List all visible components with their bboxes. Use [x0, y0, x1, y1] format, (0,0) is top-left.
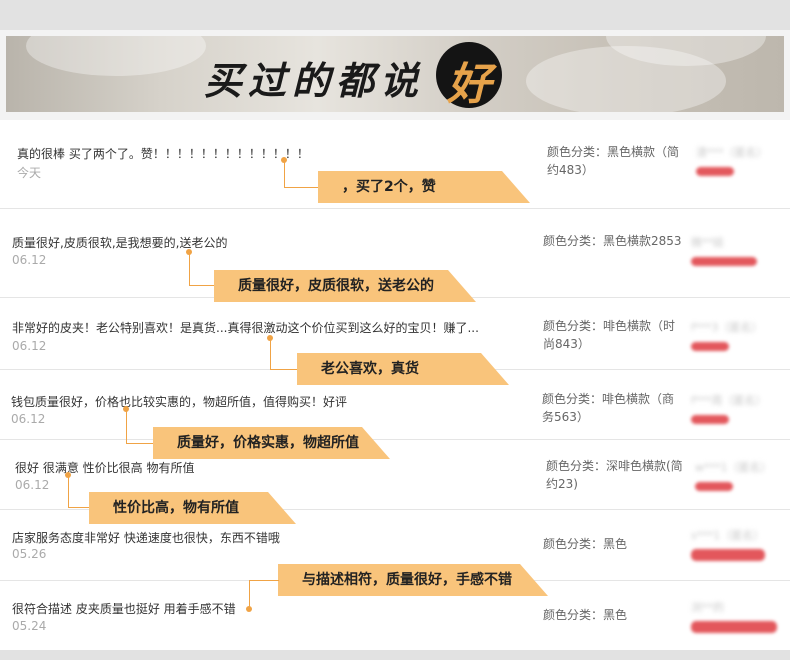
callout-dot [246, 606, 252, 612]
review-comment: 很符合描述 皮夹质量也挺好 用着手感不错 [12, 602, 236, 616]
review-date: 06.12 [11, 412, 46, 426]
review-sku: 颜色分类：啡色横款（商务563） [542, 392, 675, 424]
banner: 买过的都说 好 [6, 36, 784, 112]
callout-line [68, 507, 90, 508]
review-highlight: 与描述相符，质量很好，手感不错 [278, 564, 548, 596]
reviewer-rating [691, 621, 777, 633]
reviewer-rating [691, 549, 765, 561]
callout-line [249, 580, 279, 581]
review-highlight: ，买了2个，赞 [318, 171, 530, 203]
banner-badge-text: 好 [447, 59, 491, 110]
callout-line [68, 475, 69, 507]
banner-badge: 好 [436, 42, 502, 110]
reviewer-rating [695, 482, 733, 491]
callout-line [249, 580, 250, 608]
review-comment: 真的很棒 买了两个了。赞！！！！！！！！！！！！！ [17, 147, 309, 161]
reviewer-rating [691, 415, 729, 424]
review-date: 06.12 [12, 339, 47, 353]
reviewer-name: w***1（匿名） [695, 461, 772, 474]
reviewer-name: 渣***（匿名） [696, 146, 768, 159]
banner-title: 买过的都说 [204, 58, 425, 103]
review-sku: 颜色分类：深啡色横款(简约23) [546, 459, 683, 491]
reviewer-rating [691, 257, 757, 266]
reviewer-name: f***3（匿名） [691, 321, 763, 334]
review-sku: 颜色分类：黑色横款（简约483） [547, 145, 680, 177]
review-comment: 店家服务态度非常好 快递速度也很快，东西不错哦 [12, 531, 280, 545]
review-comment: 非常好的皮夹！老公特别喜欢！是真货...真得很激动这个价位买到这么好的宝贝！赚了… [12, 321, 479, 335]
callout-line [189, 285, 215, 286]
reviewer-rating [696, 167, 734, 176]
reviewer-name: 浏**的 [691, 601, 724, 614]
callout-line [270, 338, 271, 369]
review-comment: 很好 很满意 性价比很高 物有所值 [15, 461, 195, 475]
review-sku: 颜色分类：黑色 [543, 608, 628, 622]
reviewer-name: s***1（匿名） [691, 529, 765, 542]
review-date: 06.12 [12, 253, 47, 267]
review-row: 钱包质量很好，价格也比较实惠的，物超所值，值得购买！好评 06.12 颜色分类：… [0, 369, 790, 440]
callout-line [284, 187, 320, 188]
review-comment: 质量很好,皮质很软,是我想要的,送老公的 [12, 236, 228, 250]
reviewer-rating [691, 342, 729, 351]
callout-line [284, 160, 285, 187]
bottom-strip [0, 650, 790, 660]
review-date: 06.12 [15, 478, 50, 492]
review-comment: 钱包质量很好，价格也比较实惠的，物超所值，值得购买！好评 [11, 395, 348, 409]
review-sku: 颜色分类：黑色 [543, 537, 628, 551]
top-strip [0, 0, 790, 30]
reviewer-name: f***周（匿名） [691, 394, 767, 407]
review-sku: 颜色分类：黑色横款2853 [543, 234, 682, 248]
callout-line [126, 409, 127, 443]
reviewer-name: 微**娃 [691, 236, 724, 249]
callout-line [189, 252, 190, 285]
review-date: 05.26 [12, 547, 47, 561]
review-sku: 颜色分类：啡色横款（时尚843） [543, 319, 676, 351]
review-date: 05.24 [12, 619, 47, 633]
review-date: 今天 [17, 166, 42, 180]
